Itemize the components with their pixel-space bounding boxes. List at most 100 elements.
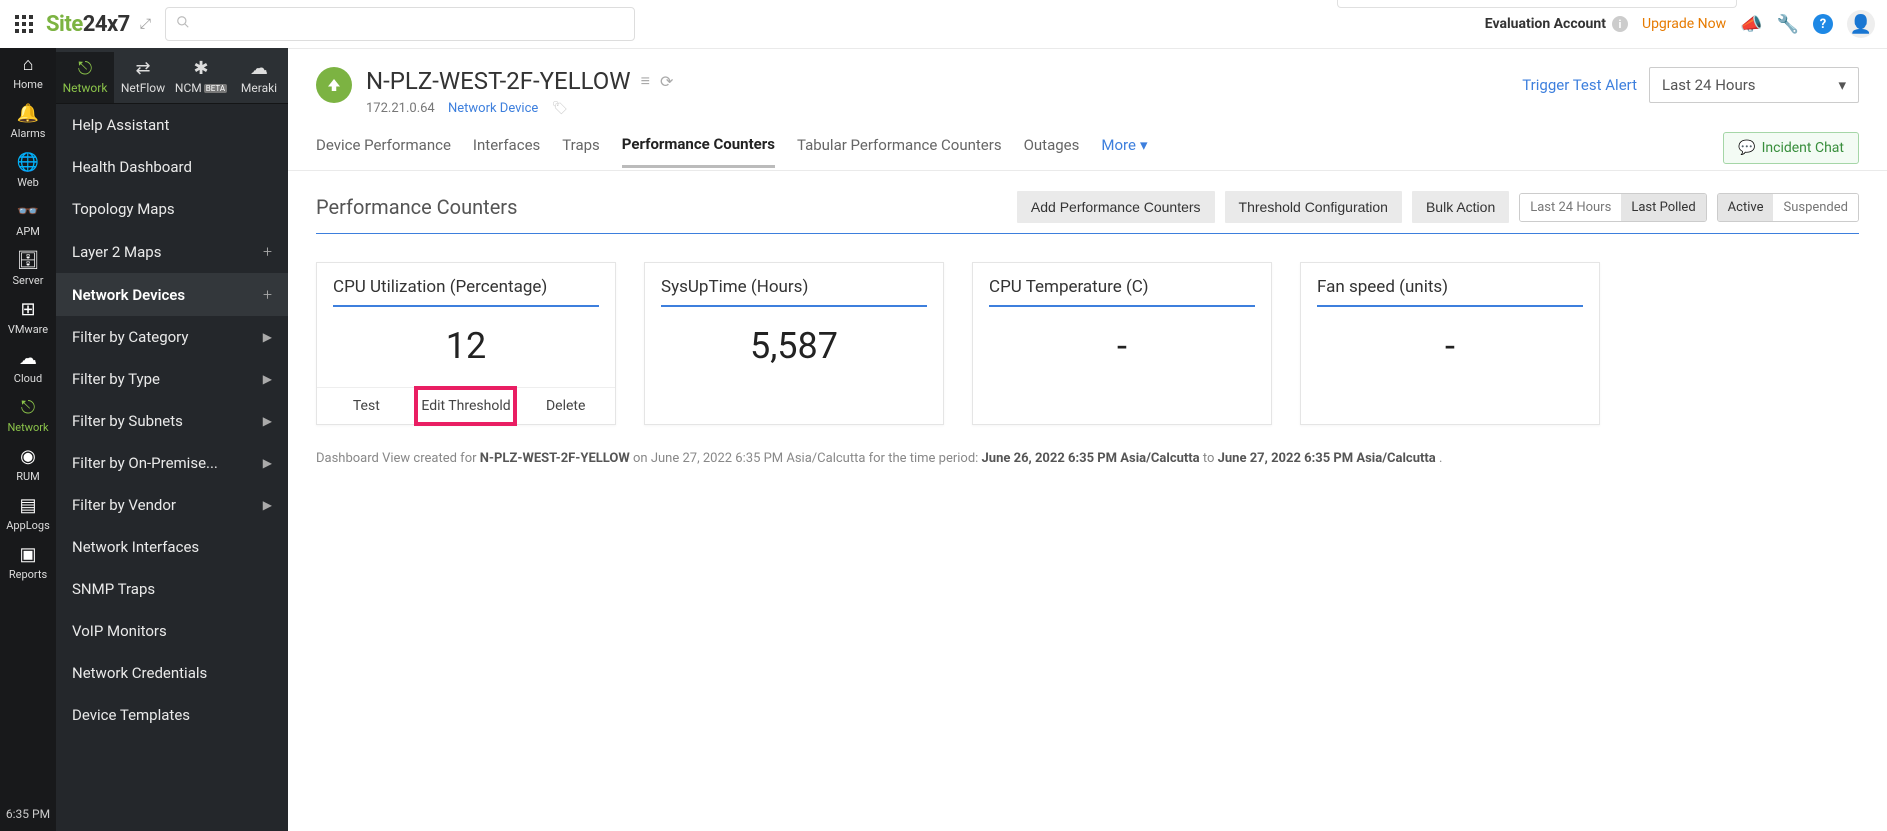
apps-grid-icon[interactable]	[12, 12, 36, 36]
sidebar-item-network-devices[interactable]: Network Devices+	[56, 273, 288, 316]
poll-toggle: Last 24 Hours Last Polled	[1519, 193, 1706, 222]
sidebar-item-layer2-maps[interactable]: Layer 2 Maps+	[56, 230, 288, 273]
rail-server[interactable]: 🗄Server	[0, 244, 56, 293]
card-title: SysUpTime (Hours)	[661, 277, 927, 307]
toggle-suspended[interactable]: Suspended	[1773, 194, 1858, 221]
sidebar-item-voip-monitors[interactable]: VoIP Monitors	[56, 610, 288, 652]
sidebar-list: Help Assistant Health Dashboard Topology…	[56, 104, 288, 831]
netflow-tab-icon: ⇄	[114, 58, 172, 79]
sidebar-item-filter-onpremise[interactable]: Filter by On-Premise...▶	[56, 442, 288, 484]
trigger-test-alert-link[interactable]: Trigger Test Alert	[1522, 76, 1637, 94]
card-action-delete[interactable]: Delete	[515, 388, 615, 424]
sidebar-item-filter-type[interactable]: Filter by Type▶	[56, 358, 288, 400]
toggle-last-polled[interactable]: Last Polled	[1621, 194, 1705, 221]
sidebar-item-network-interfaces[interactable]: Network Interfaces	[56, 526, 288, 568]
time-range-value: Last 24 Hours	[1662, 76, 1756, 94]
toggle-last-24-hours[interactable]: Last 24 Hours	[1520, 194, 1621, 221]
global-search-input[interactable]	[165, 7, 635, 41]
card-action-test[interactable]: Test	[317, 388, 416, 424]
sidebar-item-network-credentials[interactable]: Network Credentials	[56, 652, 288, 694]
announcement-icon[interactable]: 📣	[1740, 14, 1762, 35]
card-cpu-temperature: CPU Temperature (C) -	[972, 262, 1272, 425]
rum-icon: ◉	[20, 448, 36, 466]
upgrade-link[interactable]: Upgrade Now	[1642, 16, 1726, 32]
caret-down-icon: ▾	[1140, 136, 1148, 154]
network-icon: ⎋	[21, 399, 35, 417]
card-fan-speed: Fan speed (units) -	[1300, 262, 1600, 425]
sidebar-item-filter-subnets[interactable]: Filter by Subnets▶	[56, 400, 288, 442]
vm-icon: ⊞	[20, 301, 35, 319]
sidebar-tab-netflow[interactable]: ⇄NetFlow	[114, 52, 172, 103]
user-avatar[interactable]: 👤	[1847, 10, 1875, 38]
card-value: -	[1301, 307, 1599, 387]
tab-performance-counters[interactable]: Performance Counters	[622, 135, 775, 168]
device-subheader: 172.21.0.64 Network Device 🏷	[366, 101, 673, 116]
sidebar-item-device-templates[interactable]: Device Templates	[56, 694, 288, 736]
card-action-edit-threshold[interactable]: Edit Threshold	[416, 388, 516, 424]
bell-icon: 🔔	[17, 105, 39, 123]
incident-chat-button[interactable]: 💬 Incident Chat	[1723, 132, 1859, 164]
rail-rum[interactable]: ◉RUM	[0, 440, 56, 489]
wrench-icon[interactable]: 🔧	[1777, 14, 1799, 35]
card-value: 5,587	[645, 307, 943, 387]
rail-cloud[interactable]: ☁Cloud	[0, 342, 56, 391]
card-title: CPU Utilization (Percentage)	[333, 277, 599, 307]
card-value: 12	[317, 307, 615, 387]
sidebar-tab-ncm[interactable]: ✱NCMBETA	[172, 52, 230, 103]
rail-applogs[interactable]: ▤AppLogs	[0, 489, 56, 538]
evaluation-account-label: Evaluation Account i	[1485, 16, 1628, 32]
add-performance-counters-button[interactable]: Add Performance Counters	[1017, 191, 1215, 223]
time-range-select[interactable]: Last 24 Hours ▾	[1649, 67, 1859, 103]
ncm-tab-icon: ✱	[172, 58, 230, 79]
top-bar: Site24x7 ⤢ Evaluation Account i Upgrade …	[0, 0, 1887, 48]
sidebar-tab-network[interactable]: ⎋Network	[56, 52, 114, 103]
rail-reports[interactable]: ▣Reports	[0, 538, 56, 587]
rail-web[interactable]: 🌐Web	[0, 146, 56, 195]
tab-more[interactable]: More▾	[1101, 136, 1147, 166]
chevron-right-icon: ▶	[263, 372, 272, 386]
device-type-link[interactable]: Network Device	[448, 101, 538, 116]
server-icon: 🗄	[17, 252, 40, 270]
refresh-icon[interactable]: ⟳	[660, 72, 673, 91]
sidebar-item-filter-category[interactable]: Filter by Category▶	[56, 316, 288, 358]
list-icon[interactable]: ≡	[641, 71, 650, 91]
sidebar-item-topology-maps[interactable]: Topology Maps	[56, 188, 288, 230]
sidebar-item-snmp-traps[interactable]: SNMP Traps	[56, 568, 288, 610]
rail-home[interactable]: ⌂Home	[0, 48, 56, 97]
toggle-active[interactable]: Active	[1718, 194, 1774, 221]
reports-icon: ▣	[19, 546, 36, 564]
tab-tabular-perf-counters[interactable]: Tabular Performance Counters	[797, 136, 1002, 166]
rail-apm[interactable]: 👓APM	[0, 195, 56, 244]
device-tabs: Device Performance Interfaces Traps Perf…	[288, 116, 1887, 171]
chevron-right-icon: ▶	[263, 456, 272, 470]
plus-icon[interactable]: +	[263, 242, 272, 261]
globe-icon: 🌐	[17, 154, 39, 172]
help-icon[interactable]: ?	[1813, 14, 1833, 34]
beta-badge: BETA	[204, 84, 227, 93]
tag-icon[interactable]: 🏷	[552, 101, 569, 116]
sidebar-item-filter-vendor[interactable]: Filter by Vendor▶	[56, 484, 288, 526]
brand-logo[interactable]: Site24x7	[46, 12, 130, 37]
rail-vmware[interactable]: ⊞VMware	[0, 293, 56, 342]
threshold-configuration-button[interactable]: Threshold Configuration	[1225, 191, 1402, 223]
expand-icon[interactable]: ⤢	[136, 16, 155, 32]
bulk-action-button[interactable]: Bulk Action	[1412, 191, 1509, 223]
rail-alarms[interactable]: 🔔Alarms	[0, 97, 56, 146]
rail-network[interactable]: ⎋Network	[0, 391, 56, 440]
sidebar-item-help-assistant[interactable]: Help Assistant	[56, 104, 288, 146]
card-actions: Test Edit Threshold Delete	[317, 387, 615, 424]
tab-device-performance[interactable]: Device Performance	[316, 136, 451, 166]
network-tab-icon: ⎋	[56, 58, 114, 79]
sidebar-tab-meraki[interactable]: ☁Meraki	[230, 52, 288, 103]
sidebar-item-health-dashboard[interactable]: Health Dashboard	[56, 146, 288, 188]
tab-outages[interactable]: Outages	[1024, 136, 1080, 166]
floating-panel-tab	[1337, 0, 1737, 8]
footer-device: N-PLZ-WEST-2F-YELLOW	[480, 451, 630, 466]
info-icon[interactable]: i	[1612, 16, 1628, 32]
section-header: Performance Counters Add Performance Cou…	[316, 191, 1859, 234]
status-toggle: Active Suspended	[1717, 193, 1859, 222]
tab-traps[interactable]: Traps	[562, 136, 600, 166]
plus-icon[interactable]: +	[263, 285, 272, 304]
tab-interfaces[interactable]: Interfaces	[473, 136, 540, 166]
clock-label: 6:35 PM	[6, 797, 50, 831]
